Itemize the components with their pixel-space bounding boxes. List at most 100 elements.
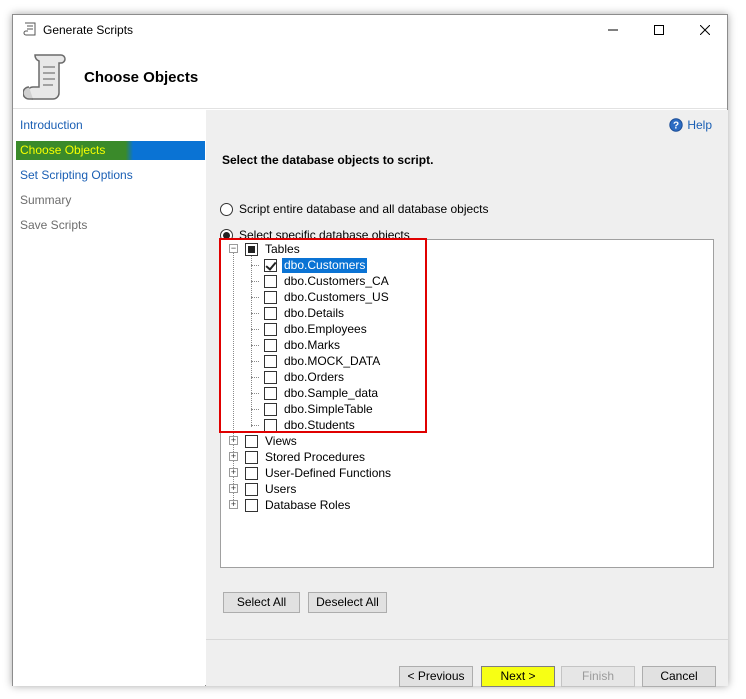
- nav-item-choose-objects[interactable]: Choose Objects: [16, 141, 205, 160]
- tree-node-user-defined-functions[interactable]: + User-Defined Functions: [221, 465, 393, 481]
- nav-item-set-scripting-options[interactable]: Set Scripting Options: [16, 166, 205, 185]
- tree-leaf-table[interactable]: dbo.Students: [251, 417, 357, 433]
- tree-node-label: Stored Procedures: [265, 449, 366, 464]
- tree-connector: [251, 265, 259, 266]
- tree-node-stored-procedures[interactable]: + Stored Procedures: [221, 449, 367, 465]
- table-checkbox[interactable]: [264, 290, 277, 304]
- tree-node-database-roles[interactable]: + Database Roles: [221, 497, 352, 513]
- tree-connector: [251, 377, 259, 378]
- tree-leaf-label: dbo.Marks: [284, 337, 341, 352]
- tree-node-label: Database Roles: [265, 497, 351, 512]
- tree-leaf-table[interactable]: dbo.Customers_CA: [251, 273, 391, 289]
- tree-node-label: Tables: [265, 241, 300, 256]
- tree-leaf-label: dbo.Customers: [282, 257, 368, 273]
- next-button[interactable]: Next >: [481, 666, 555, 687]
- tree-connector: [251, 345, 259, 346]
- maximize-icon: [654, 25, 664, 35]
- tree-connector: [251, 425, 259, 426]
- tree-leaf-table[interactable]: dbo.Sample_data: [251, 385, 380, 401]
- group-checkbox[interactable]: [245, 466, 258, 480]
- tree-leaf-label: dbo.Customers_CA: [284, 273, 389, 288]
- tree-node-label: Users: [265, 481, 297, 496]
- minimize-icon: [608, 29, 618, 31]
- tree-connector: [251, 393, 259, 394]
- table-checkbox[interactable]: [264, 306, 277, 320]
- deselect-all-button[interactable]: Deselect All: [308, 592, 387, 613]
- close-button[interactable]: [682, 15, 728, 45]
- title-bar: Generate Scripts: [13, 15, 727, 45]
- cancel-button[interactable]: Cancel: [642, 666, 716, 687]
- tree-leaf-label: dbo.SimpleTable: [284, 401, 373, 416]
- help-link[interactable]: ? Help: [669, 118, 712, 132]
- table-checkbox[interactable]: [264, 322, 277, 336]
- expand-icon[interactable]: +: [229, 452, 238, 461]
- tree-node-tables[interactable]: − Tables: [221, 241, 302, 257]
- group-checkbox[interactable]: [245, 482, 258, 496]
- svg-text:?: ?: [673, 121, 679, 132]
- tree-leaf-table[interactable]: dbo.Orders: [251, 369, 346, 385]
- minimize-button[interactable]: [590, 15, 636, 45]
- expand-icon[interactable]: +: [229, 484, 238, 493]
- help-icon: ?: [669, 118, 684, 132]
- object-tree[interactable]: − Tables dbo.Customers dbo.Customers_CA: [220, 239, 714, 568]
- table-checkbox[interactable]: [264, 418, 277, 432]
- script-scroll-icon: [23, 22, 36, 36]
- group-checkbox[interactable]: [245, 498, 258, 512]
- table-checkbox[interactable]: [264, 370, 277, 384]
- tree-node-label: User-Defined Functions: [265, 465, 392, 480]
- generate-scripts-window: Generate Scripts Choose Objects Introduc…: [12, 14, 728, 687]
- radio-button[interactable]: [220, 202, 233, 216]
- collapse-icon[interactable]: −: [229, 244, 238, 253]
- expand-icon[interactable]: +: [229, 500, 238, 509]
- maximize-button[interactable]: [636, 15, 682, 45]
- tree-node-views[interactable]: + Views: [221, 433, 299, 449]
- expand-icon[interactable]: +: [229, 468, 238, 477]
- window-title: Generate Scripts: [43, 23, 134, 37]
- tree-leaf-label: dbo.Students: [284, 417, 355, 432]
- nav-item-save-scripts: Save Scripts: [20, 218, 88, 232]
- tree-leaf-label: dbo.Sample_data: [284, 385, 379, 400]
- tables-checkbox[interactable]: [245, 242, 258, 256]
- tree-connector: [251, 361, 259, 362]
- tree-leaf-table[interactable]: dbo.MOCK_DATA: [251, 353, 382, 369]
- tree-node-users[interactable]: + Users: [221, 481, 298, 497]
- table-checkbox[interactable]: [264, 338, 277, 352]
- table-checkbox[interactable]: [264, 258, 277, 272]
- radio-label: Script entire database and all database …: [239, 202, 489, 216]
- group-checkbox[interactable]: [245, 450, 258, 464]
- tree-leaf-table[interactable]: dbo.Customers_US: [251, 289, 391, 305]
- tree-leaf-table[interactable]: dbo.Marks: [251, 337, 342, 353]
- table-checkbox[interactable]: [264, 386, 277, 400]
- nav-item-introduction[interactable]: Introduction: [16, 116, 205, 135]
- nav-item-summary: Summary: [20, 193, 72, 207]
- close-icon: [700, 25, 710, 35]
- content-panel: ? Help Select the database objects to sc…: [206, 110, 728, 687]
- tree-leaf-table[interactable]: dbo.SimpleTable: [251, 401, 375, 417]
- tree-leaf-table[interactable]: dbo.Details: [251, 305, 346, 321]
- group-checkbox[interactable]: [245, 434, 258, 448]
- tree-connector: [251, 409, 259, 410]
- tree-connector: [251, 281, 259, 282]
- select-all-button[interactable]: Select All: [223, 592, 300, 613]
- tree-leaf-label: dbo.Details: [284, 305, 345, 320]
- script-scroll-large-icon: [23, 54, 66, 100]
- help-label: Help: [687, 118, 712, 132]
- table-checkbox[interactable]: [264, 402, 277, 416]
- tree-leaf-table[interactable]: dbo.Customers: [251, 257, 368, 273]
- previous-button[interactable]: < Previous: [399, 666, 473, 687]
- tree-connector: [251, 297, 259, 298]
- tree-connector: [251, 329, 259, 330]
- table-checkbox[interactable]: [264, 354, 277, 368]
- expand-icon[interactable]: +: [229, 436, 238, 445]
- tree-leaf-table[interactable]: dbo.Employees: [251, 321, 369, 337]
- tree-leaf-label: dbo.Orders: [284, 369, 345, 384]
- tree-connector: [251, 313, 259, 314]
- table-checkbox[interactable]: [264, 274, 277, 288]
- wizard-header: Choose Objects: [13, 45, 727, 109]
- tree-node-label: Views: [265, 433, 297, 448]
- radio-script-entire-database[interactable]: Script entire database and all database …: [220, 202, 489, 216]
- tree-leaf-label: dbo.MOCK_DATA: [284, 353, 381, 368]
- wizard-steps-nav: Introduction Choose Objects Set Scriptin…: [13, 110, 205, 686]
- page-title: Choose Objects: [84, 69, 199, 86]
- finish-button: Finish: [561, 666, 635, 687]
